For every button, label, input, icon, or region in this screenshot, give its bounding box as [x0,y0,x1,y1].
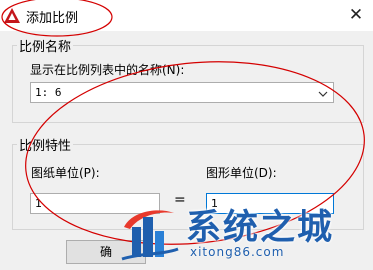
scale-name-select[interactable]: 1: 6 [30,82,334,103]
scale-props-group-label: 比例特性 [17,135,74,154]
close-button[interactable]: ✕ [345,4,367,26]
scale-name-group-label: 比例名称 [17,36,74,55]
paper-units-value: 1 [35,197,42,210]
chevron-down-icon[interactable] [318,87,328,101]
scale-name-select-value: 1: 6 [35,86,62,99]
scale-list-name-label: 显示在比例列表中的名称(N): [30,63,185,77]
paper-units-label: 图纸单位(P): [31,166,100,180]
autocad-logo-icon [4,8,20,26]
watermark-url: xitong86.com [190,245,285,259]
drawing-units-label: 图形单位(D): [206,166,277,180]
watermark: 系统之城 xitong86.com [118,197,373,270]
window-title: 添加比例 [26,11,79,26]
city-logo-icon [118,197,180,270]
title-bar: 添加比例 ✕ [0,0,373,31]
watermark-brand: 系统之城 [186,208,335,248]
